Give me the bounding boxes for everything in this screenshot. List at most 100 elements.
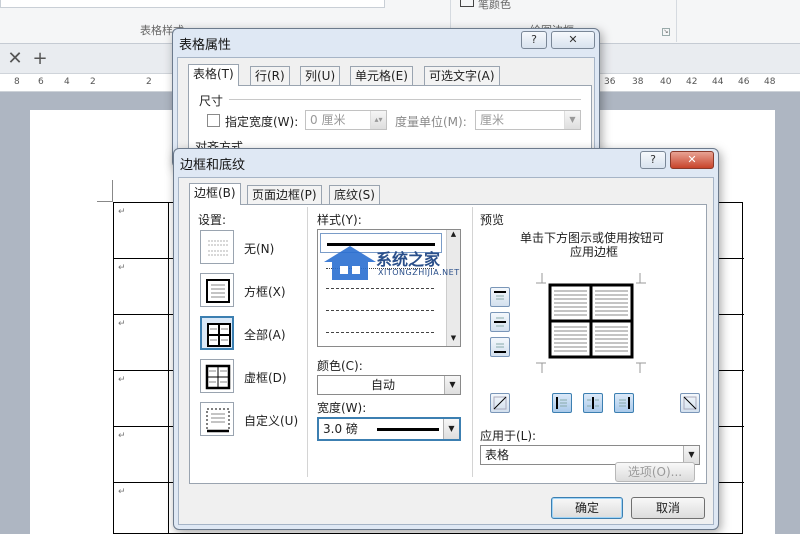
ruler-tick: 46 [738, 77, 750, 87]
borders-shading-dialog: 边框和底纹 ? ✕ 边框(B) 页面边框(P) 底纹(S) 设置: 无(N) 方… [173, 148, 719, 530]
right-border-button[interactable] [614, 393, 634, 413]
inside-vertical-border-button[interactable] [583, 393, 603, 413]
paragraph-mark: ↵ [118, 431, 126, 441]
preview-hint: 应用边框 [570, 245, 619, 259]
tab-alt-text[interactable]: 可选文字(A) [424, 66, 500, 86]
ruler-tick: 8 [14, 77, 20, 87]
table-properties-title: 表格属性 [179, 38, 232, 53]
ruler-tick: 4 [64, 77, 70, 87]
help-button[interactable]: ? [640, 151, 666, 169]
inside-horizontal-border-button[interactable] [490, 312, 510, 332]
setting-none-label[interactable]: 无(N) [244, 240, 274, 257]
draw-border-launcher-icon[interactable]: ↘ [662, 28, 670, 36]
setting-custom-label[interactable]: 自定义(U) [244, 412, 298, 429]
paragraph-mark: ↵ [118, 375, 126, 385]
tab-row[interactable]: 行(R) [250, 66, 290, 86]
line-style-option[interactable] [326, 288, 434, 289]
ruler-tick: 2 [146, 77, 152, 87]
scroll-up-icon[interactable]: ▲ [447, 230, 460, 242]
ruler-tick: 2 [90, 77, 96, 87]
close-document-icon[interactable]: ✕ [4, 48, 26, 70]
setting-custom-icon[interactable] [200, 402, 234, 436]
specify-width-checkbox[interactable] [207, 114, 220, 127]
style-heading: 样式(Y): [317, 213, 362, 227]
setting-none-icon[interactable] [200, 230, 234, 264]
close-button[interactable]: ✕ [551, 31, 595, 49]
ribbon-separator [676, 0, 677, 42]
new-document-icon[interactable]: + [29, 48, 51, 70]
help-button[interactable]: ? [521, 31, 547, 49]
scroll-down-icon[interactable]: ▼ [447, 334, 460, 346]
diagonal-down-border-button[interactable] [490, 393, 510, 413]
size-heading: 尺寸 [199, 94, 224, 108]
tab-column[interactable]: 列(U) [300, 66, 341, 86]
bottom-border-button[interactable] [490, 337, 510, 357]
setting-heading: 设置: [198, 213, 227, 227]
diagonal-up-border-button[interactable] [680, 393, 700, 413]
chevron-down-icon[interactable]: ▼ [564, 111, 580, 129]
house-logo-icon [324, 246, 376, 280]
ruler-tick: 36 [604, 77, 616, 87]
chevron-down-icon[interactable]: ▼ [443, 419, 459, 439]
width-select[interactable]: 3.0 磅 ▼ [317, 417, 461, 441]
ok-button[interactable]: 确定 [551, 497, 623, 519]
specify-width-label: 指定宽度(W): [225, 115, 299, 129]
ruler-tick: 42 [686, 77, 698, 87]
setting-box-label[interactable]: 方框(X) [244, 283, 286, 300]
line-style-option[interactable] [326, 332, 434, 333]
ribbon-gallery-scroll[interactable] [0, 0, 385, 8]
options-button[interactable]: 选项(O)... [615, 462, 695, 482]
paragraph-mark: ↵ [118, 263, 126, 273]
color-label: 颜色(C): [317, 359, 363, 373]
measure-unit-label: 度量单位(M): [395, 115, 467, 129]
table-column-line [168, 203, 169, 534]
ruler-tick: 48 [764, 77, 776, 87]
tab-page-border[interactable]: 页面边框(P) [247, 185, 322, 205]
setting-grid-icon[interactable] [200, 359, 234, 393]
width-spinner[interactable]: 0 厘米 ▴▾ [305, 110, 387, 130]
top-border-button[interactable] [490, 287, 510, 307]
paragraph-mark: ↵ [118, 319, 126, 329]
cancel-button[interactable]: 取消 [631, 497, 705, 519]
width-value: 0 厘米 [310, 113, 346, 127]
paragraph-mark: ↵ [118, 207, 126, 217]
page-corner-mark [97, 180, 113, 202]
border-preview[interactable] [536, 273, 646, 373]
tab-table[interactable]: 表格(T) [188, 64, 239, 86]
left-border-button[interactable] [552, 393, 572, 413]
ruler-tick: 38 [632, 77, 644, 87]
tab-cell[interactable]: 单元格(E) [350, 66, 413, 86]
width-label: 宽度(W): [317, 401, 367, 415]
tab-borders[interactable]: 边框(B) [189, 183, 241, 205]
setting-all-icon[interactable] [200, 316, 234, 350]
ruler-tick: 6 [38, 77, 44, 87]
width-value: 3.0 磅 [323, 422, 358, 436]
table-properties-dialog: 表格属性 ? ✕ 表格(T) 行(R) 列(U) 单元格(E) 可选文字(A) … [172, 28, 600, 168]
setting-grid-label[interactable]: 虚框(D) [244, 369, 287, 386]
pen-color-label[interactable]: 笔颜色 [478, 0, 511, 12]
tab-shading[interactable]: 底纹(S) [329, 185, 380, 205]
color-value: 自动 [370, 378, 395, 392]
pen-color-icon[interactable] [460, 0, 474, 7]
ruler-tick: 40 [660, 77, 672, 87]
width-line-sample [377, 428, 439, 431]
setting-box-icon[interactable] [200, 273, 234, 307]
paragraph-mark: ↵ [118, 487, 126, 497]
color-select[interactable]: 自动 ▼ [317, 375, 461, 395]
borders-shading-body: 边框(B) 页面边框(P) 底纹(S) 设置: 无(N) 方框(X) 全部(A)… [178, 177, 714, 525]
line-style-option[interactable] [326, 310, 434, 311]
spin-arrows-icon[interactable]: ▴▾ [370, 111, 386, 129]
measure-unit-select[interactable]: 厘米 ▼ [475, 110, 581, 130]
close-button[interactable]: ✕ [670, 151, 714, 169]
borders-shading-title: 边框和底纹 [180, 158, 246, 173]
watermark-url: XITONGZHIJIA.NET [378, 268, 460, 277]
setting-all-label[interactable]: 全部(A) [244, 326, 286, 343]
divider [307, 207, 308, 477]
apply-to-value: 表格 [485, 448, 510, 462]
apply-to-label: 应用于(L): [480, 429, 537, 443]
divider [229, 99, 581, 100]
chevron-down-icon[interactable]: ▼ [444, 376, 460, 394]
watermark-logo: 系统之家 XITONGZHIJIA.NET [320, 244, 480, 288]
measure-unit-value: 厘米 [480, 113, 505, 127]
preview-heading: 预览 [480, 213, 505, 227]
